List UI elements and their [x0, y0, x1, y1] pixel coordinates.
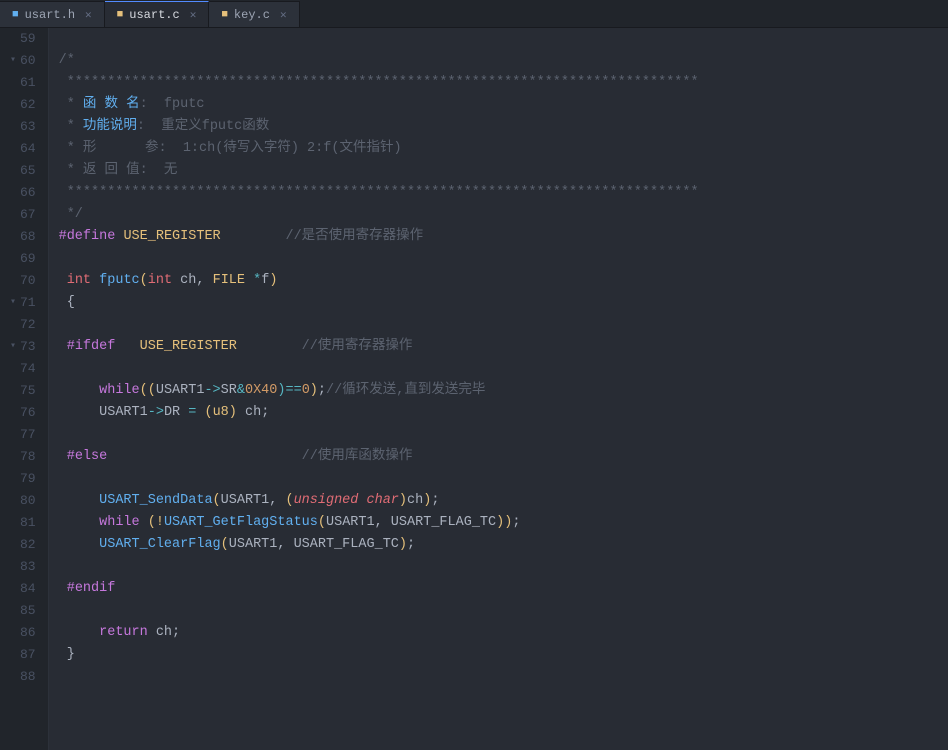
- code-line-67: */: [59, 204, 948, 226]
- code-line-88: [59, 666, 948, 688]
- ln-85: 85: [6, 600, 40, 622]
- code-line-85: [59, 600, 948, 622]
- ln-80: 80: [6, 490, 40, 512]
- line-numbers: 59 ▾60 61 62 63 64 65 66 67 68 69 70 ▾71…: [0, 28, 49, 750]
- tab-icon-h: ■: [12, 9, 19, 21]
- code-line-87: }: [59, 644, 948, 666]
- ln-63: 63: [6, 116, 40, 138]
- code-line-77: [59, 424, 948, 446]
- tab-label-key-c: key.c: [234, 8, 270, 22]
- editor: 59 ▾60 61 62 63 64 65 66 67 68 69 70 ▾71…: [0, 28, 948, 750]
- ln-87: 87: [6, 644, 40, 666]
- code-line-69: [59, 248, 948, 270]
- code-line-66: ****************************************…: [59, 182, 948, 204]
- ln-60: ▾60: [6, 50, 40, 72]
- ln-88: 88: [6, 666, 40, 688]
- code-line-81: while (!USART_GetFlagStatus(USART1, USAR…: [59, 512, 948, 534]
- tab-close-key-c[interactable]: ✕: [280, 8, 287, 22]
- ln-82: 82: [6, 534, 40, 556]
- code-line-83: [59, 556, 948, 578]
- code-line-73: #ifdef USE_REGISTER //使用寄存器操作: [59, 336, 948, 358]
- code-line-82: USART_ClearFlag(USART1, USART_FLAG_TC);: [59, 534, 948, 556]
- ln-68: 68: [6, 226, 40, 248]
- ln-59: 59: [6, 28, 40, 50]
- tab-usart-c[interactable]: ■ usart.c ✕: [105, 1, 210, 27]
- code-line-79: [59, 468, 948, 490]
- ln-66: 66: [6, 182, 40, 204]
- code-line-72: [59, 314, 948, 336]
- code-line-78: #else //使用库函数操作: [59, 446, 948, 468]
- code-line-60: /*: [59, 50, 948, 72]
- code-line-76: USART1->DR = (u8) ch;: [59, 402, 948, 424]
- code-line-64: * 形 参: 1:ch(待写入字符) 2:f(文件指针): [59, 138, 948, 160]
- tab-usart-h[interactable]: ■ usart.h ✕: [0, 1, 105, 27]
- ln-62: 62: [6, 94, 40, 116]
- ln-86: 86: [6, 622, 40, 644]
- code-line-59: [59, 28, 948, 50]
- ln-76: 76: [6, 402, 40, 424]
- ln-70: 70: [6, 270, 40, 292]
- ln-78: 78: [6, 446, 40, 468]
- code-line-84: #endif: [59, 578, 948, 600]
- code-line-68: #define USE_REGISTER //是否使用寄存器操作: [59, 226, 948, 248]
- ln-81: 81: [6, 512, 40, 534]
- tab-close-usart-h[interactable]: ✕: [85, 8, 92, 22]
- tab-icon-c: ■: [117, 9, 124, 21]
- code-line-63: * 功能说明: 重定义fputc函数: [59, 116, 948, 138]
- code-line-70: int fputc(int ch, FILE *f): [59, 270, 948, 292]
- ln-74: 74: [6, 358, 40, 380]
- ln-75: 75: [6, 380, 40, 402]
- ln-77: 77: [6, 424, 40, 446]
- code-line-61: ****************************************…: [59, 72, 948, 94]
- code-line-71: {: [59, 292, 948, 314]
- tab-bar: ■ usart.h ✕ ■ usart.c ✕ ■ key.c ✕: [0, 0, 948, 28]
- ln-79: 79: [6, 468, 40, 490]
- code-line-86: return ch;: [59, 622, 948, 644]
- code-line-74: [59, 358, 948, 380]
- ln-65: 65: [6, 160, 40, 182]
- tab-key-c[interactable]: ■ key.c ✕: [209, 1, 299, 27]
- code-line-75: while((USART1->SR&0X40)==0);//循环发送,直到发送完…: [59, 380, 948, 402]
- ln-61: 61: [6, 72, 40, 94]
- code-line-80: USART_SendData(USART1, (unsigned char)ch…: [59, 490, 948, 512]
- ln-64: 64: [6, 138, 40, 160]
- code-line-65: * 返 回 值: 无: [59, 160, 948, 182]
- ln-83: 83: [6, 556, 40, 578]
- tab-label-usart-c: usart.c: [129, 8, 179, 22]
- ln-84: 84: [6, 578, 40, 600]
- ln-73: ▾73: [6, 336, 40, 358]
- tab-close-usart-c[interactable]: ✕: [190, 8, 197, 22]
- tab-icon-c2: ■: [221, 9, 228, 21]
- code-line-62: * 函 数 名: fputc: [59, 94, 948, 116]
- ln-67: 67: [6, 204, 40, 226]
- code-area[interactable]: /* *************************************…: [49, 28, 948, 750]
- ln-69: 69: [6, 248, 40, 270]
- ln-72: 72: [6, 314, 40, 336]
- ln-71: ▾71: [6, 292, 40, 314]
- tab-label-usart-h: usart.h: [25, 8, 75, 22]
